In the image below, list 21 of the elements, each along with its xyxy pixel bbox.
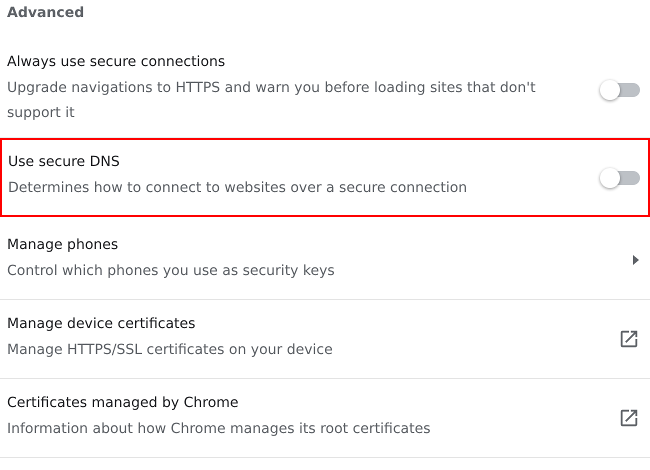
setting-title: Use secure DNS — [8, 154, 121, 170]
setting-description: Upgrade navigations to HTTPS and warn you before loading sites that don't support it — [7, 79, 537, 123]
setting-row[interactable]: Certificates managed by Chrome Information about how Chrome manages its root certificates — [0, 379, 650, 458]
setting-row[interactable]: Manage phones Control which phones you use as security keys — [0, 221, 650, 300]
external-link-icon[interactable] — [618, 407, 640, 429]
section-title: Advanced — [6, 4, 86, 23]
setting-row[interactable]: Manage device certificates Manage HTTPS/SSL certificates on your device — [0, 300, 650, 379]
highlighted-setting-row[interactable]: Use secure DNS Determines how to connect to websites over a secure connection — [0, 138, 650, 217]
setting-description: Control which phones you use as security keys — [7, 262, 336, 280]
setting-title: Always use secure connections — [7, 54, 226, 70]
setting-title: Manage phones — [7, 236, 120, 252]
setting-title: Manage device certificates — [7, 316, 196, 332]
setting-description: Determines how to connect to websites over a secure connection — [8, 179, 468, 198]
toggle-switch[interactable] — [602, 170, 640, 184]
setting-description: Information about how Chrome manages its root certificates — [7, 420, 432, 438]
toggle-switch[interactable] — [602, 83, 640, 97]
caret-icon[interactable] — [632, 254, 640, 266]
setting-title: Certificates managed by Chrome — [7, 394, 240, 410]
external-link-icon[interactable] — [618, 328, 640, 350]
setting-description: Manage HTTPS/SSL certificates on your device — [7, 340, 334, 360]
setting-row[interactable]: Always use secure connections Upgrade navigations to HTTPS and warn you before loading sites that don't support it — [0, 43, 650, 138]
